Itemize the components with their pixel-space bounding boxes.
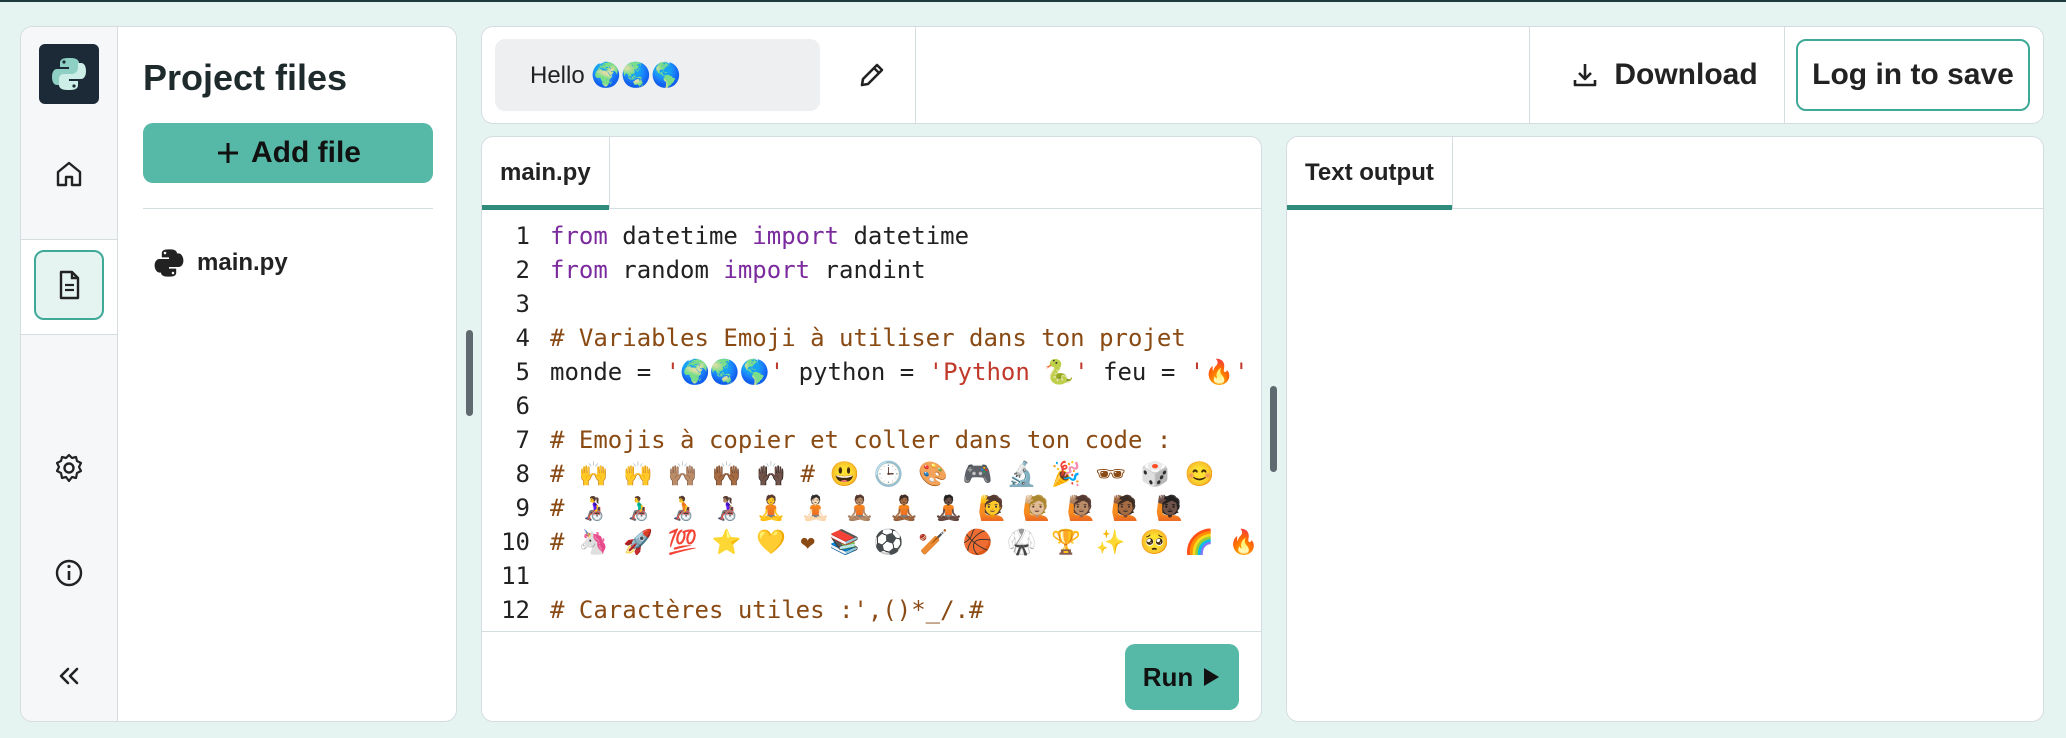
code-token: randint — [810, 256, 926, 284]
output-tabbar: Text output — [1287, 137, 2043, 210]
tab-main-py[interactable]: main.py — [482, 137, 610, 210]
line-number: 8 — [515, 460, 530, 488]
code-token: python = — [784, 358, 929, 386]
code-token: datetime — [607, 222, 753, 250]
info-button[interactable] — [34, 538, 104, 608]
project-bar: Hello 🌍🌏🌎 Download Log in to save — [481, 26, 2044, 124]
code-token: # 🦄 🚀 💯 ⭐ 💛 ❤ 📚 ⚽ 🏏 🏀 🥋 🏆 ✨ 🥺 🌈 🔥 ♻ 🌳 — [550, 528, 1262, 556]
add-file-label: Add file — [251, 136, 361, 169]
line-number: 6 — [515, 392, 530, 420]
line-number: 9 — [515, 494, 530, 522]
line-number: 2 — [515, 256, 530, 284]
python-logo-icon[interactable] — [39, 44, 99, 104]
gear-icon — [55, 453, 83, 483]
project-name: Hello 🌍🌏🌎 — [530, 61, 682, 89]
info-icon — [55, 559, 83, 587]
line-content: from datetime import datetime — [550, 219, 969, 253]
file-item[interactable]: main.py — [153, 247, 288, 279]
separator — [915, 27, 916, 123]
line-number: 4 — [515, 324, 530, 352]
code-token: random — [607, 256, 724, 284]
separator — [1529, 27, 1530, 123]
line-content: # 🙌 🙌 🙌🏽 🙌🏾 🙌🏿 # 😃 🕒 🎨 🎮 🔬 🎉 🕶 🎲 😊 — [550, 457, 1215, 491]
plus-icon — [218, 143, 238, 163]
project-files-button[interactable] — [34, 250, 104, 320]
login-button[interactable]: Log in to save — [1796, 39, 2030, 111]
editor-resize-handle[interactable] — [1270, 386, 1277, 472]
line-content: # 🦄 🚀 💯 ⭐ 💛 ❤ 📚 ⚽ 🏏 🏀 🥋 🏆 ✨ 🥺 🌈 🔥 ♻ 🌳 — [550, 525, 1262, 559]
file-name: main.py — [197, 249, 288, 276]
download-label: Download — [1614, 58, 1758, 91]
code-token: feu = — [1088, 358, 1190, 386]
code-token: # 🙌 🙌 🙌🏽 🙌🏾 🙌🏿 # 😃 🕒 🎨 🎮 🔬 🎉 🕶 🎲 😊 — [550, 460, 1215, 488]
line-content: # Emojis à copier et coller dans ton cod… — [550, 423, 1171, 457]
run-button[interactable]: Run — [1125, 644, 1239, 710]
code-token: # 👩‍🦽 👨‍🦽 🧑‍🦽 👩🏽‍🦽 🧘 🧘🏻 🧘🏽 🧘🏾 🧘🏿 🙋 🙋🏼 🙋🏽… — [550, 494, 1186, 522]
play-icon — [1204, 668, 1220, 686]
line-number: 5 — [515, 358, 530, 386]
line-content: # 👩‍🦽 👨‍🦽 🧑‍🦽 👩🏽‍🦽 🧘 🧘🏻 🧘🏽 🧘🏾 🧘🏿 🙋 🙋🏼 🙋🏽… — [550, 491, 1185, 525]
line-number: 7 — [515, 426, 530, 454]
code-token: import — [752, 222, 839, 250]
add-file-button[interactable]: Add file — [143, 123, 433, 183]
code-token: datetime — [839, 222, 970, 250]
settings-button[interactable] — [34, 433, 104, 503]
sidebar-rail — [21, 27, 118, 721]
line-number: 12 — [501, 596, 530, 624]
code-token: # Caractères utiles :',()*_/.# — [550, 596, 984, 624]
top-border — [0, 0, 2066, 2]
line-content: from random import randint — [550, 253, 926, 287]
collapse-icon — [59, 667, 79, 685]
download-icon — [1574, 64, 1597, 87]
sidebar-resize-handle[interactable] — [466, 330, 473, 416]
collapse-sidebar-button[interactable] — [34, 641, 104, 711]
code-editor: main.py 1 from datetime import datetime 2 f… — [481, 136, 1262, 722]
python-file-icon — [154, 249, 184, 277]
panel-title: Project files — [143, 57, 348, 98]
line-number: 11 — [501, 562, 530, 590]
separator — [1784, 27, 1785, 123]
line-content: monde = '🌍🌏🌎' python = 'Python 🐍' feu = … — [550, 355, 1249, 389]
active-tab-indicator — [482, 205, 609, 210]
code-token: monde = — [550, 358, 666, 386]
line-content: # Caractères utiles :',()*_/.# — [550, 593, 983, 627]
line-number: 1 — [515, 222, 530, 250]
code-token: import — [723, 256, 811, 284]
code-token: 'Python 🐍' — [928, 358, 1089, 386]
pencil-icon — [860, 63, 884, 87]
code-token: # Emojis à copier et coller dans ton cod… — [550, 426, 1172, 454]
file-icon — [59, 270, 80, 300]
tab-label: main.py — [500, 159, 591, 186]
line-content: # Variables Emoji à utiliser dans ton pr… — [550, 321, 1186, 355]
run-label: Run — [1142, 661, 1194, 692]
editor-footer: Run — [482, 631, 1261, 721]
login-label: Log in to save — [1812, 58, 2014, 91]
line-number: 3 — [515, 290, 530, 318]
code-token: '🌍🌏🌎' — [665, 358, 785, 386]
code-token: # Variables Emoji à utiliser dans ton pr… — [550, 324, 1186, 352]
sidebar: Project files Add file main.py — [20, 26, 457, 722]
download-button[interactable]: Download — [1549, 27, 1779, 123]
tab-label: Text output — [1305, 159, 1434, 186]
output-panel: Text output — [1286, 136, 2044, 722]
tab-text-output[interactable]: Text output — [1287, 137, 1453, 210]
code-token: from — [550, 256, 608, 284]
line-number: 10 — [501, 528, 530, 556]
home-button[interactable] — [34, 139, 104, 209]
divider — [143, 208, 433, 209]
edit-name-button[interactable] — [852, 55, 892, 95]
editor-tabbar: main.py — [482, 137, 1261, 210]
project-name-field[interactable]: Hello 🌍🌏🌎 — [495, 39, 820, 111]
code-token: '🔥' — [1189, 358, 1249, 386]
home-icon — [56, 161, 82, 187]
active-tab-indicator — [1287, 205, 1452, 210]
code-token: from — [550, 222, 608, 250]
